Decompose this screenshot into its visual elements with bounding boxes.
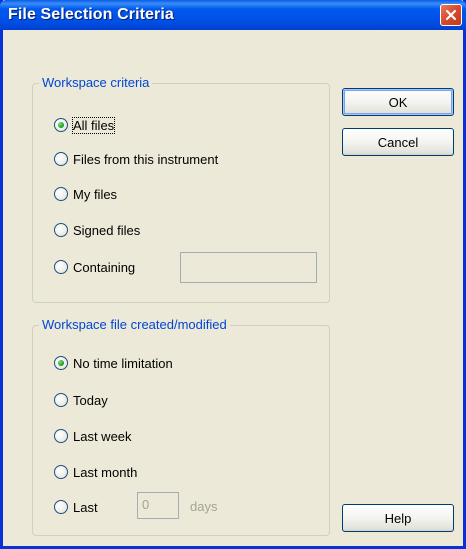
radio-button-signed-files[interactable] bbox=[54, 223, 68, 237]
cancel-button[interactable]: Cancel bbox=[342, 128, 454, 156]
radio-label-files-from-instrument: Files from this instrument bbox=[73, 151, 219, 167]
ok-button[interactable]: OK bbox=[342, 88, 454, 116]
radio-button-files-from-instrument[interactable] bbox=[54, 152, 68, 166]
radio-button-all-files[interactable] bbox=[54, 118, 68, 132]
radio-label-no-time-limitation: No time limitation bbox=[73, 355, 173, 371]
radio-button-no-time-limitation[interactable] bbox=[54, 356, 68, 370]
help-button[interactable]: Help bbox=[342, 504, 454, 532]
radio-label-last-week: Last week bbox=[73, 428, 132, 444]
close-icon bbox=[445, 9, 457, 21]
radio-all-files[interactable]: All files bbox=[54, 115, 116, 135]
radio-label-today: Today bbox=[73, 392, 108, 408]
radio-button-my-files[interactable] bbox=[54, 187, 68, 201]
radio-today[interactable]: Today bbox=[54, 390, 108, 410]
radio-no-time-limitation[interactable]: No time limitation bbox=[54, 353, 173, 373]
close-button[interactable] bbox=[440, 4, 462, 26]
radio-last-days[interactable]: Last bbox=[54, 497, 98, 517]
workspace-criteria-legend: Workspace criteria bbox=[39, 75, 153, 91]
radio-label-all-files: All files bbox=[71, 116, 116, 134]
radio-label-last-month: Last month bbox=[73, 464, 138, 480]
radio-button-containing[interactable] bbox=[54, 260, 68, 274]
radio-button-last-month[interactable] bbox=[54, 465, 68, 479]
radio-button-last-days[interactable] bbox=[54, 500, 68, 514]
file-time-legend: Workspace file created/modified bbox=[39, 317, 230, 333]
days-input[interactable]: 0 bbox=[137, 492, 179, 519]
radio-containing[interactable]: Containing bbox=[54, 257, 135, 277]
file-selection-dialog: File Selection Criteria Workspace criter… bbox=[0, 0, 466, 549]
radio-button-today[interactable] bbox=[54, 393, 68, 407]
containing-input[interactable] bbox=[180, 252, 317, 283]
days-unit-label: days bbox=[190, 499, 218, 514]
radio-last-month[interactable]: Last month bbox=[54, 462, 137, 482]
radio-my-files[interactable]: My files bbox=[54, 184, 117, 204]
window-title: File Selection Criteria bbox=[8, 6, 174, 23]
radio-label-signed-files: Signed files bbox=[73, 222, 141, 238]
radio-label-last: Last bbox=[73, 499, 98, 515]
radio-signed-files[interactable]: Signed files bbox=[54, 220, 140, 240]
radio-label-my-files: My files bbox=[73, 186, 118, 202]
radio-button-last-week[interactable] bbox=[54, 429, 68, 443]
title-bar[interactable]: File Selection Criteria bbox=[0, 0, 466, 30]
radio-label-containing: Containing bbox=[73, 259, 136, 275]
radio-files-from-instrument[interactable]: Files from this instrument bbox=[54, 149, 218, 169]
radio-last-week[interactable]: Last week bbox=[54, 426, 132, 446]
